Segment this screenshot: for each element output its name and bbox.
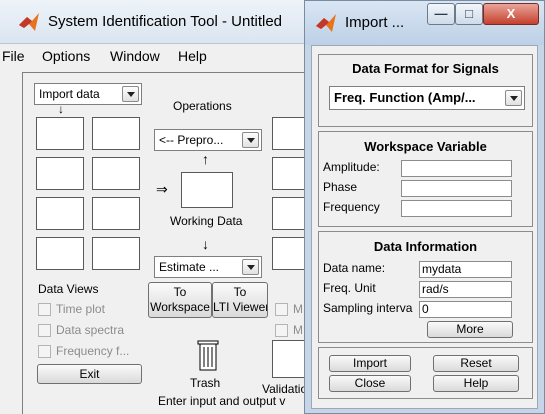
to-lti-viewer-line2: LTI Viewer [213, 300, 268, 314]
status-text: Enter input and output v [158, 394, 286, 408]
import-data-select-value: Import data [39, 87, 100, 101]
data-format-select[interactable]: Freq. Function (Amp/... [329, 86, 525, 110]
to-lti-viewer-line1: To [233, 285, 247, 299]
amplitude-input[interactable] [401, 160, 512, 177]
amplitude-label: Amplitude: [323, 160, 380, 174]
menu-file[interactable]: File [2, 48, 25, 64]
data-slot[interactable] [36, 157, 84, 190]
data-information-header: Data Information [373, 239, 478, 254]
chevron-down-icon [242, 259, 259, 275]
import-data-select[interactable]: Import data [34, 83, 142, 105]
trash-icon[interactable] [197, 340, 219, 372]
to-workspace-line1: To [173, 285, 187, 299]
estimate-select[interactable]: Estimate ... [154, 256, 262, 278]
minimize-icon: — [434, 6, 448, 21]
reset-button[interactable]: Reset [433, 355, 519, 372]
model-view-checkbox[interactable] [275, 324, 288, 337]
data-slot[interactable] [92, 117, 140, 150]
data-slot[interactable] [92, 237, 140, 270]
exit-button[interactable]: Exit [37, 364, 142, 384]
freq-unit-input[interactable]: rad/s [419, 281, 512, 298]
data-slot[interactable] [92, 157, 140, 190]
chevron-down-icon [242, 132, 259, 148]
arrow-down-icon: ↓ [202, 236, 209, 252]
desktop: System Identification Tool - Untitled Fi… [0, 0, 545, 414]
import-button[interactable]: Import [329, 355, 411, 372]
to-workspace-line2: Workspace [150, 300, 210, 314]
model-view-label: M [293, 323, 303, 337]
maximize-icon: □ [465, 6, 473, 21]
model-view-checkbox[interactable] [275, 303, 288, 316]
working-data-label: Working Data [170, 214, 243, 228]
sampling-interval-input[interactable]: 0 [419, 301, 512, 318]
import-dialog-title-bar[interactable]: Import ... — □ X [305, 1, 544, 45]
data-format-select-value: Freq. Function (Amp/... [334, 90, 476, 105]
data-name-label: Data name: [323, 261, 386, 275]
data-information-panel: Data Information Data name: mydata Freq.… [318, 231, 533, 343]
workspace-variable-header: Workspace Variable [364, 139, 487, 154]
close-button[interactable]: Close [329, 375, 411, 392]
chevron-down-icon [505, 90, 522, 106]
import-dialog-title: Import ... [345, 14, 405, 31]
frequency-input[interactable] [401, 200, 512, 217]
data-spectra-checkbox[interactable] [38, 324, 51, 337]
matlab-logo-icon [316, 14, 336, 32]
time-plot-label: Time plot [56, 302, 105, 316]
arrow-down-icon: ↓ [58, 102, 64, 116]
import-dialog: Import ... — □ X Data Format for Signals… [304, 0, 545, 414]
working-data-slot[interactable] [181, 172, 233, 208]
menu-help[interactable]: Help [178, 48, 207, 64]
data-slot[interactable] [36, 237, 84, 270]
menu-window[interactable]: Window [110, 48, 160, 64]
sampling-interval-label: Sampling interva [323, 301, 413, 315]
menu-bar: File Options Window Help [0, 44, 340, 68]
frequency-label: Frequency [323, 200, 380, 214]
main-title-bar[interactable]: System Identification Tool - Untitled [0, 0, 340, 44]
trash-label: Trash [190, 376, 221, 390]
estimate-select-value: Estimate ... [159, 260, 220, 274]
dialog-buttons-panel: Import Reset Close Help [318, 347, 533, 399]
data-format-panel: Data Format for Signals Freq. Function (… [318, 54, 533, 127]
matlab-logo-icon [19, 13, 39, 31]
data-slot[interactable] [92, 197, 140, 230]
arrow-up-icon: ↑ [202, 151, 209, 167]
model-view-label: M [293, 302, 303, 316]
system-identification-window: System Identification Tool - Untitled Fi… [0, 0, 340, 414]
frequency-function-checkbox[interactable] [38, 345, 51, 358]
data-views-label: Data Views [38, 282, 99, 296]
more-button[interactable]: More [427, 321, 513, 338]
to-workspace-button[interactable]: To Workspace [148, 282, 212, 318]
preprocess-select-value: <-- Prepro... [159, 133, 224, 147]
close-icon: X [506, 6, 516, 21]
minimize-button[interactable]: — [427, 3, 455, 25]
data-slot[interactable] [36, 197, 84, 230]
main-window-title: System Identification Tool - Untitled [48, 13, 283, 30]
time-plot-checkbox[interactable] [38, 303, 51, 316]
freq-unit-label: Freq. Unit [323, 281, 376, 295]
menu-options[interactable]: Options [42, 48, 90, 64]
chevron-down-icon [122, 86, 139, 102]
frequency-function-label: Frequency f... [56, 344, 130, 358]
operations-label: Operations [173, 99, 232, 113]
workspace-variable-panel: Workspace Variable Amplitude: Phase Freq… [318, 131, 533, 227]
data-slot[interactable] [36, 117, 84, 150]
phase-input[interactable] [401, 180, 512, 197]
close-window-button[interactable]: X [483, 3, 539, 25]
import-dialog-body: Data Format for Signals Freq. Function (… [311, 45, 538, 409]
data-format-header: Data Format for Signals [352, 61, 499, 76]
arrow-right-icon: ⇒ [156, 181, 168, 197]
maximize-button[interactable]: □ [455, 3, 483, 25]
data-spectra-label: Data spectra [56, 323, 125, 337]
to-lti-viewer-button[interactable]: To LTI Viewer [212, 282, 268, 318]
phase-label: Phase [323, 180, 358, 194]
help-button[interactable]: Help [433, 375, 519, 392]
preprocess-select[interactable]: <-- Prepro... [154, 129, 262, 151]
data-name-input[interactable]: mydata [419, 261, 512, 278]
